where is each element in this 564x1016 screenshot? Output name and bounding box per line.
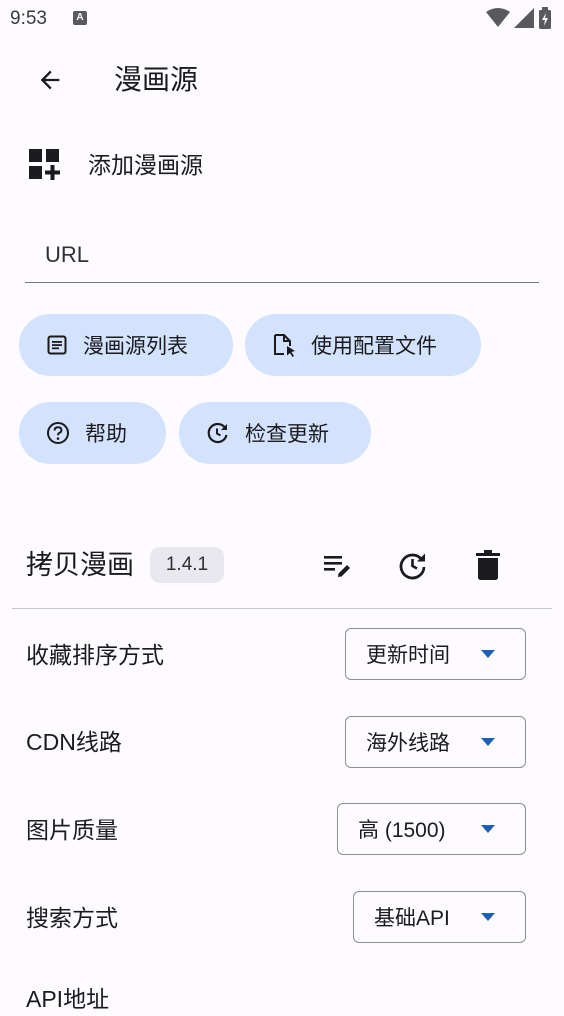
widgets-add-icon — [29, 149, 60, 180]
image-quality-value: 高 (1500) — [358, 819, 446, 842]
page-title: 漫画源 — [114, 64, 199, 95]
favorite-sort-label: 收藏排序方式 — [26, 642, 164, 668]
notification-icon: A — [73, 11, 87, 25]
search-mode-dropdown[interactable]: 基础API — [353, 891, 526, 943]
caret-down-icon — [481, 650, 495, 658]
cdn-route-dropdown[interactable]: 海外线路 — [345, 716, 526, 768]
add-source-label: 添加漫画源 — [88, 152, 203, 178]
signal-icon — [514, 8, 534, 28]
url-field[interactable] — [25, 226, 539, 283]
edit-list-icon — [324, 556, 350, 577]
status-time: 9:53 — [10, 8, 47, 29]
edit-source-button[interactable] — [316, 543, 360, 587]
battery-icon — [539, 7, 551, 29]
check-update-label: 检查更新 — [245, 423, 329, 446]
favorite-sort-dropdown[interactable]: 更新时间 — [345, 628, 526, 680]
source-list-label: 漫画源列表 — [83, 335, 188, 358]
arrow-left-icon — [40, 70, 60, 90]
cdn-route-label: CDN线路 — [26, 729, 122, 755]
api-address-label: API地址 — [26, 986, 110, 1012]
help-label: 帮助 — [85, 423, 127, 446]
help-button[interactable]: 帮助 — [19, 402, 166, 464]
use-config-file-label: 使用配置文件 — [311, 335, 437, 358]
update-source-button[interactable] — [391, 543, 435, 587]
delete-source-button[interactable] — [466, 543, 510, 587]
search-mode-label: 搜索方式 — [26, 905, 118, 931]
image-quality-label: 图片质量 — [26, 817, 118, 843]
image-quality-dropdown[interactable]: 高 (1500) — [337, 803, 526, 855]
url-input[interactable] — [45, 240, 515, 270]
delete-icon — [476, 550, 500, 580]
help-circle-icon — [47, 422, 69, 444]
favorite-sort-value: 更新时间 — [366, 644, 450, 667]
caret-down-icon — [481, 913, 495, 921]
check-update-button[interactable]: 检查更新 — [179, 402, 371, 464]
file-cursor-icon — [274, 334, 295, 357]
use-config-file-button[interactable]: 使用配置文件 — [245, 314, 481, 376]
version-badge: 1.4.1 — [150, 547, 224, 583]
cdn-route-value: 海外线路 — [366, 732, 450, 755]
caret-down-icon — [481, 738, 495, 746]
caret-down-icon — [481, 825, 495, 833]
refresh-icon — [207, 422, 228, 444]
status-icons — [486, 7, 552, 29]
source-list-button[interactable]: 漫画源列表 — [19, 314, 233, 376]
divider — [12, 608, 552, 609]
source-name: 拷贝漫画 — [26, 550, 134, 580]
update-icon — [399, 553, 426, 580]
search-mode-value: 基础API — [374, 907, 450, 930]
wifi-icon — [486, 8, 510, 27]
back-button[interactable] — [28, 58, 72, 102]
list-icon — [47, 335, 67, 355]
